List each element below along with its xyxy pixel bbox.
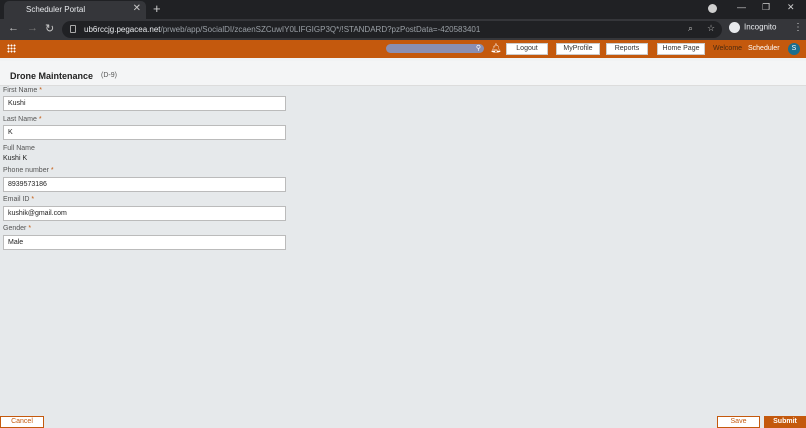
gender-label: Gender * — [3, 225, 32, 232]
restore-icon[interactable]: ❐ — [762, 2, 770, 13]
browser-tab-strip: Scheduler Portal ✕ + — ❐ ✕ — [0, 0, 806, 19]
gender-field[interactable]: Male — [3, 235, 286, 250]
close-icon[interactable]: ✕ — [133, 3, 141, 14]
url-text: ub6rccjg.pegacea.net/prweb/app/SocialDI/… — [84, 25, 481, 34]
avatar[interactable]: S — [788, 43, 800, 55]
browser-toolbar: ← → ↻ ub6rccjg.pegacea.net/prweb/app/Soc… — [0, 19, 806, 40]
my-profile-button[interactable]: MyProfile — [556, 43, 600, 55]
address-bar[interactable]: ub6rccjg.pegacea.net/prweb/app/SocialDI/… — [62, 21, 722, 38]
plus-icon[interactable]: + — [153, 1, 161, 16]
reports-button[interactable]: Reports — [606, 43, 648, 55]
tab-title: Scheduler Portal — [26, 5, 86, 14]
download-icon[interactable] — [708, 4, 717, 13]
home-page-button[interactable]: Home Page — [657, 43, 705, 55]
search-icon[interactable]: ⚲ — [476, 44, 481, 53]
logout-button[interactable]: Logout — [506, 43, 548, 55]
email-field[interactable]: kushik@gmail.com — [3, 206, 286, 221]
last-name-field[interactable]: K — [3, 125, 286, 140]
search-input[interactable]: ⚲ — [386, 44, 484, 53]
incognito-icon — [729, 22, 740, 33]
first-name-field[interactable]: Kushi — [3, 96, 286, 111]
app-launcher-grid-icon[interactable] — [7, 44, 16, 53]
full-name-value: Kushi K — [3, 155, 28, 162]
star-icon[interactable]: ☆ — [707, 23, 715, 34]
incognito-indicator[interactable]: Incognito — [729, 22, 776, 33]
forward-icon[interactable]: → — [27, 22, 38, 34]
submit-button[interactable]: Submit — [764, 416, 806, 428]
zoom-search-icon[interactable]: ⌕ — [688, 23, 693, 34]
app-header: ⚲ 🔔︎ Logout MyProfile Reports Home Page … — [0, 40, 806, 58]
window-close-icon[interactable]: ✕ — [787, 2, 795, 13]
case-title: Drone Maintenance — [10, 71, 94, 81]
case-header: Drone Maintenance (D-9) — [0, 61, 806, 86]
minimize-icon[interactable]: — — [737, 2, 746, 12]
browser-tab[interactable]: Scheduler Portal ✕ — [4, 1, 146, 19]
case-id: (D-9) — [101, 72, 117, 79]
bell-icon[interactable]: 🔔︎ — [490, 43, 501, 54]
phone-field[interactable]: 8939573186 — [3, 177, 286, 192]
full-name-label: Full Name — [3, 145, 35, 152]
email-label: Email ID * — [3, 196, 35, 203]
browser-menu-icon[interactable]: ⋮ — [793, 22, 803, 33]
phone-label: Phone number * — [3, 167, 54, 174]
last-name-label: Last Name * — [3, 116, 42, 123]
reload-icon[interactable]: ↻ — [45, 22, 54, 35]
lock-icon[interactable] — [70, 25, 76, 33]
save-button[interactable]: Save — [717, 416, 760, 428]
welcome-text: Welcome — [713, 45, 743, 52]
user-name[interactable]: Scheduler — [748, 45, 780, 52]
first-name-label: First Name * — [3, 87, 42, 94]
cancel-button[interactable]: Cancel — [0, 416, 44, 428]
back-icon[interactable]: ← — [8, 22, 19, 34]
